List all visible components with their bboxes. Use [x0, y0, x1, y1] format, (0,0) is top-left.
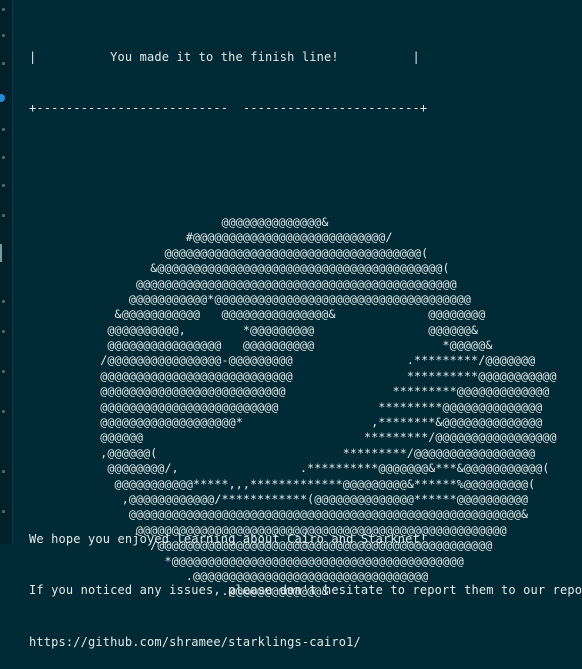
gutter-marker [2, 128, 5, 131]
ascii-art-line: ,@@@@@@( *********/@@@@@@@@@@@@@@@@@ [29, 445, 536, 460]
gutter-marker [2, 34, 5, 37]
ascii-art-line: @@@@@@@@@@@@@@@@@@@@@@@@@@ *********@@@@… [29, 384, 550, 399]
gutter-marker [2, 300, 5, 303]
ascii-art-line: @@@@@@@@@@@*@@@@@@@@@@@@@@@@@@@@@@@@@@@@… [29, 291, 472, 306]
ascii-art-line: @@@@@@@@@@@@@@@@@@@* ,********&@@@@@@@@@… [29, 415, 543, 430]
ascii-art-line: @@@@@@@@@@@@@@@@ @@@@@@@@@@ *@@@@@& [29, 338, 493, 353]
ascii-art-line: @@@@@@@@@@, *@@@@@@@@@ @@@@@@& [29, 322, 479, 337]
ascii-art-line: @@@@@@@@@@@@@@@@@@@@@@@@@@@@@@@@@@@@( [29, 245, 429, 260]
footer-message: We hope you enjoyed learning about Cairo… [29, 496, 582, 669]
banner-border: +-------------------------- ------------… [29, 101, 428, 116]
ascii-art-line: @@@@@@@@@@@@@@@@@@@@@@@@@ *********@@@@@… [29, 399, 543, 414]
ascii-art-line: /@@@@@@@@@@@@@@@@-@@@@@@@@@ .*********/@… [29, 353, 536, 368]
gutter-marker [2, 330, 5, 333]
ascii-art-line: &@@@@@@@@@@@ @@@@@@@@@@@@@@@& @@@@@@@@ [29, 307, 486, 322]
gutter-marker [2, 184, 5, 187]
scroll-indicator[interactable] [0, 244, 2, 262]
gutter-marker [2, 370, 5, 373]
editor-gutter [0, 0, 13, 544]
gutter-marker [2, 410, 5, 413]
banner-title: | You made it to the finish line! | [29, 49, 420, 64]
footer-report: If you noticed any issues, please don't … [29, 583, 582, 598]
ascii-art-line: @@@@@@@@/, .**********@@@@@@@&***&@@@@@@… [29, 461, 550, 476]
ascii-art-line: @@@@@@@@@@@@@@& [29, 214, 329, 229]
ascii-art-line: #@@@@@@@@@@@@@@@@@@@@@@@@@@@/ [29, 230, 393, 245]
gutter-marker [2, 214, 5, 217]
gutter-marker [2, 470, 5, 473]
footer-thanks: We hope you enjoyed learning about Cairo… [29, 531, 428, 546]
gutter-marker [2, 62, 5, 65]
gutter-marker [2, 510, 5, 513]
ascii-art-line: @@@@@@@@@@@@@@@@@@@@@@@@@@@@@@@@@@@@@@@@… [29, 276, 457, 291]
ascii-art-line: @@@@@@ *********/@@@@@@@@@@@@@@@@@ [29, 430, 557, 445]
gutter-marker [2, 8, 5, 11]
breakpoint-icon[interactable] [0, 94, 5, 102]
ascii-art-line: @@@@@@@@@@@@@@@@@@@@@@@@@@@ **********@@… [29, 368, 557, 383]
gutter-marker [2, 156, 5, 159]
ascii-art-line: &@@@@@@@@@@@@@@@@@@@@@@@@@@@@@@@@@@@@@@@… [29, 261, 450, 276]
repo-link[interactable]: https://github.com/shramee/starklings-ca… [29, 634, 582, 651]
ascii-art-line: @@@@@@@@@@@*****,,,*************@@@@@@@@… [29, 476, 536, 491]
